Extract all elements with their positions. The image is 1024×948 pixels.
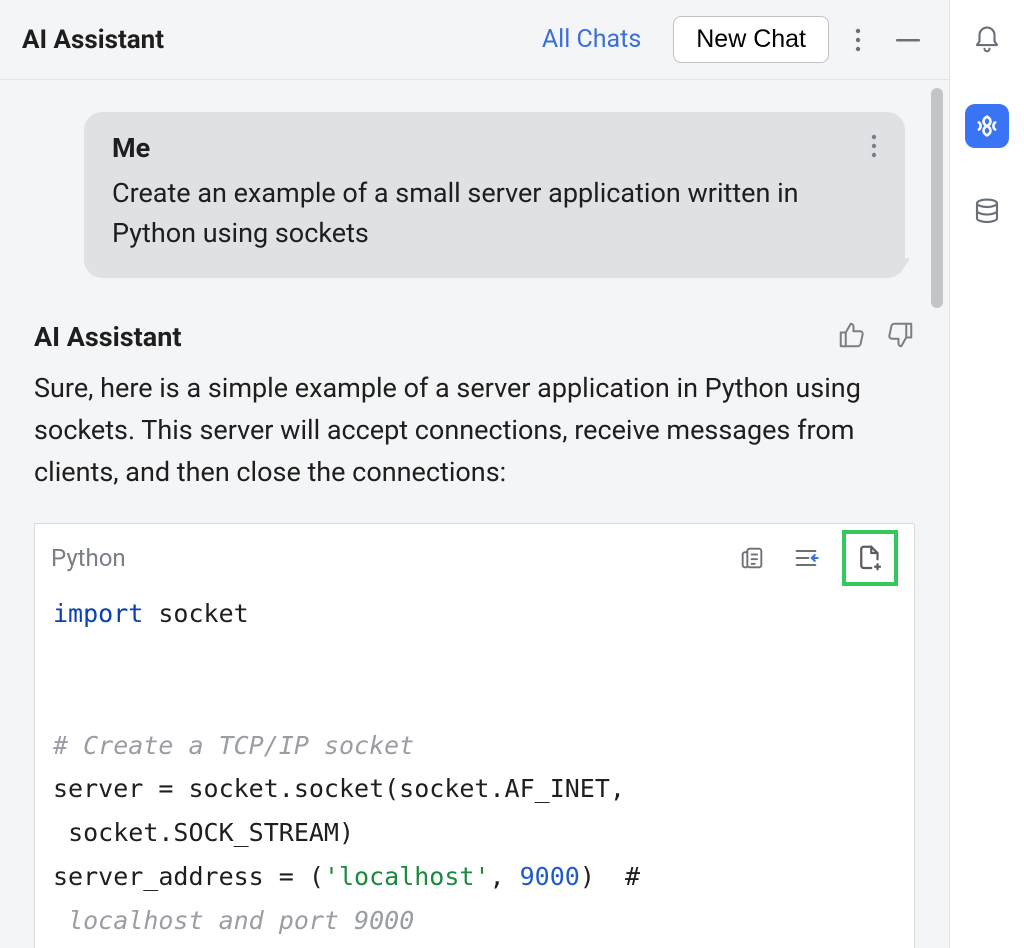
insert-at-caret-icon[interactable] — [788, 540, 824, 576]
assistant-message-text: Sure, here is a simple example of a serv… — [34, 368, 915, 494]
app-title: AI Assistant — [22, 25, 164, 55]
more-menu-icon[interactable] — [837, 19, 879, 61]
ai-assistant-tool-icon[interactable] — [965, 104, 1009, 148]
code-body[interactable]: import socket # Create a TCP/IP socket s… — [35, 584, 914, 948]
database-tool-icon[interactable] — [965, 190, 1009, 234]
create-file-from-snippet-icon[interactable] — [842, 530, 898, 586]
assistant-message: AI Assistant Sure, here is a simple exam… — [34, 320, 915, 948]
scrollbar-thumb[interactable] — [931, 88, 943, 308]
code-block: Python import socket # Cr — [34, 523, 915, 948]
code-language-label: Python — [51, 544, 126, 572]
user-author-label: Me — [112, 132, 150, 164]
new-chat-button[interactable]: New Chat — [673, 16, 829, 63]
minimize-icon[interactable] — [887, 19, 929, 61]
user-message-bubble: Me Create an example of a small server a… — [84, 112, 905, 278]
assistant-author-label: AI Assistant — [34, 321, 182, 353]
thumbs-up-icon[interactable] — [837, 320, 867, 354]
copy-code-icon[interactable] — [734, 540, 770, 576]
user-message-text: Create an example of a small server appl… — [112, 174, 877, 254]
message-more-icon[interactable] — [871, 134, 877, 162]
topbar: AI Assistant All Chats New Chat — [0, 0, 949, 80]
notifications-icon[interactable] — [965, 18, 1009, 62]
thumbs-down-icon[interactable] — [885, 320, 915, 354]
all-chats-link[interactable]: All Chats — [542, 25, 641, 54]
right-tool-rail — [950, 0, 1024, 948]
chat-scroll-area: Me Create an example of a small server a… — [0, 80, 949, 948]
